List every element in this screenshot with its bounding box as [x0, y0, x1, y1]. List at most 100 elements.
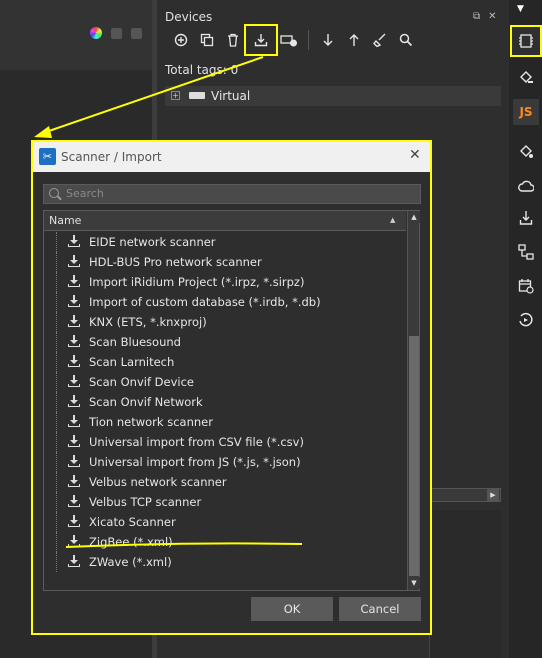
paint-bucket-icon[interactable]	[512, 63, 540, 91]
search-input[interactable]	[66, 187, 406, 200]
duplicate-icon	[200, 33, 214, 47]
add-device-icon	[280, 35, 297, 47]
cloud-icon[interactable]	[512, 172, 540, 200]
list-item[interactable]: Velbus TCP scanner	[44, 492, 406, 512]
import-icon	[68, 395, 80, 408]
left-toolbar	[90, 27, 142, 39]
float-panel-icon[interactable]: ⧉	[473, 11, 480, 22]
list-item-label: Xicato Scanner	[89, 515, 176, 529]
import-icon	[68, 455, 80, 468]
list-item-label: Scan Larnitech	[89, 355, 175, 369]
device-icon	[189, 92, 205, 99]
list-item[interactable]: Velbus network scanner	[44, 472, 406, 492]
list-item[interactable]: Xicato Scanner	[44, 512, 406, 532]
list-item[interactable]: Universal import from JS (*.js, *.json)	[44, 452, 406, 472]
list-item[interactable]: Universal import from CSV file (*.csv)	[44, 432, 406, 452]
scroll-right-icon[interactable]: ▶	[487, 489, 499, 501]
tree-line	[56, 432, 57, 452]
list-item[interactable]: ZWave (*.xml)	[44, 552, 406, 572]
import-icon	[68, 295, 80, 308]
list-item[interactable]: Scan Onvif Device	[44, 372, 406, 392]
import-icon	[254, 34, 268, 47]
list-item-label: Universal import from JS (*.js, *.json)	[89, 455, 301, 469]
list-item-label: EIDE network scanner	[89, 235, 216, 249]
tree-line	[56, 452, 57, 472]
add-device-button[interactable]	[276, 29, 302, 51]
list-item-label: Tion network scanner	[89, 415, 213, 429]
list-item-label: Scan Onvif Network	[89, 395, 203, 409]
import-icon	[68, 255, 80, 268]
search-box[interactable]	[43, 184, 421, 204]
tree-line	[56, 292, 57, 312]
move-down-button[interactable]	[315, 29, 341, 51]
move-up-icon	[349, 34, 359, 46]
dialog-title: Scanner / Import	[61, 150, 162, 164]
vertical-scrollbar[interactable]: ▲ ▼	[407, 211, 420, 590]
tree-item-virtual[interactable]: + Virtual	[165, 86, 501, 106]
add-icon	[174, 33, 188, 47]
properties-panel	[429, 510, 501, 658]
clean-icon	[373, 33, 386, 47]
import-icon	[68, 555, 80, 568]
list-item-label: Velbus TCP scanner	[89, 495, 202, 509]
list-item[interactable]: HDL-BUS Pro network scanner	[44, 252, 406, 272]
tree-line	[56, 352, 57, 372]
import-icon	[68, 335, 80, 348]
tree-line	[56, 492, 57, 512]
tree-line	[56, 392, 57, 412]
color-wheel-icon[interactable]	[90, 27, 102, 39]
help-icon[interactable]	[111, 27, 122, 39]
scroll-up-icon[interactable]: ▲	[408, 211, 420, 223]
list-item[interactable]: Scan Onvif Network	[44, 392, 406, 412]
lock-icon[interactable]	[131, 27, 142, 39]
list-item[interactable]: EIDE network scanner	[44, 232, 406, 252]
devices-icon[interactable]	[510, 25, 542, 57]
move-up-button[interactable]	[341, 29, 367, 51]
add-button[interactable]	[168, 29, 194, 51]
move-down-icon	[323, 34, 333, 46]
panel-controls: ⧉ ✕	[473, 11, 497, 22]
paint-settings-icon[interactable]	[512, 137, 540, 165]
scrollbar-thumb[interactable]	[409, 336, 419, 576]
duplicate-button[interactable]	[194, 29, 220, 51]
column-header-name[interactable]: Name ▲	[44, 211, 406, 231]
total-tags-label: Total tags: 0	[165, 63, 239, 77]
dialog-titlebar[interactable]: ✂ Scanner / Import ✕	[33, 142, 430, 172]
list-item[interactable]: Import of custom database (*.irdb, *.db)	[44, 292, 406, 312]
import-icon	[68, 435, 80, 448]
list-item[interactable]: Scan Bluesound	[44, 332, 406, 352]
import-icon[interactable]	[512, 204, 540, 232]
close-icon[interactable]: ✕	[409, 147, 421, 163]
search-button[interactable]	[393, 29, 419, 51]
list-item[interactable]: Tion network scanner	[44, 412, 406, 432]
import-icon	[68, 415, 80, 428]
list-item-label: Import of custom database (*.irdb, *.db)	[89, 295, 321, 309]
list-item[interactable]: Import iRidium Project (*.irpz, *.sirpz)	[44, 272, 406, 292]
cancel-button[interactable]: Cancel	[339, 597, 421, 621]
ok-button[interactable]: OK	[251, 597, 333, 621]
js-icon[interactable]: JS	[513, 99, 539, 125]
collapse-arrow-icon[interactable]: ▼	[517, 4, 524, 14]
import-icon	[68, 355, 80, 368]
delete-button[interactable]	[220, 29, 246, 51]
import-button[interactable]	[244, 24, 278, 56]
devices-panel-title: Devices	[165, 10, 213, 24]
list-item-label: Scan Onvif Device	[89, 375, 194, 389]
schedule-icon[interactable]	[512, 272, 540, 300]
devices-toolbar	[168, 24, 419, 56]
tree-line	[56, 532, 57, 552]
import-icon	[68, 495, 80, 508]
list-item[interactable]: KNX (ETS, *.knxproj)	[44, 312, 406, 332]
history-icon[interactable]	[512, 306, 540, 334]
tree-line	[56, 512, 57, 532]
highlight-underline	[65, 542, 303, 548]
close-panel-icon[interactable]: ✕	[488, 11, 496, 22]
scanner-list: Name ▲ EIDE network scanner HDL-BUS Pro n…	[43, 210, 420, 591]
import-icon	[68, 475, 80, 488]
list-item[interactable]: Scan Larnitech	[44, 352, 406, 372]
expand-icon[interactable]: +	[171, 91, 180, 100]
clean-button[interactable]	[367, 29, 393, 51]
tree-line	[56, 252, 57, 272]
flow-icon[interactable]	[512, 238, 540, 266]
scroll-down-icon[interactable]: ▼	[408, 577, 420, 589]
